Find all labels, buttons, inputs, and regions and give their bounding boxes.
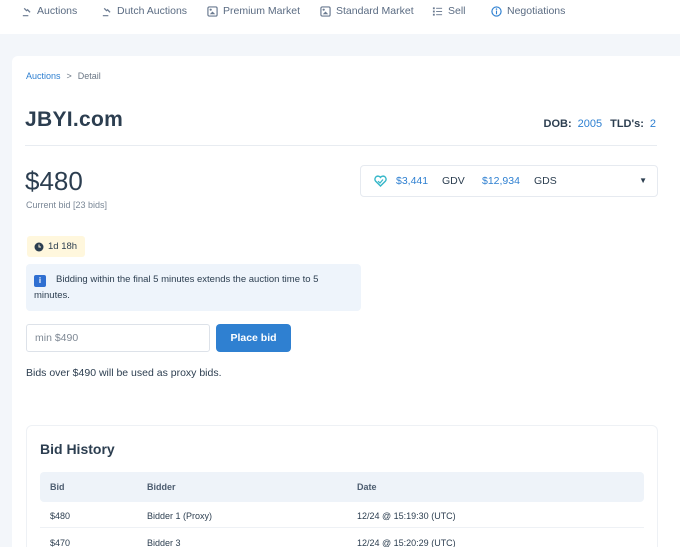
dob-label: DOB:: [543, 118, 572, 130]
auction-detail-card: Auctions > Detail JBYI.com DOB: 2005 TLD…: [12, 56, 680, 547]
nav-item-standard-market[interactable]: Standard Market: [320, 0, 414, 22]
breadcrumb-current: Detail: [77, 71, 101, 81]
breadcrumb-link-auctions[interactable]: Auctions: [26, 71, 61, 81]
gds-label: GDS: [534, 175, 557, 187]
row-date: 12/24 @ 15:19:30 (UTC): [357, 511, 456, 521]
bid-amount-input[interactable]: [26, 324, 210, 352]
list-icon: [432, 6, 443, 16]
bid-history-title: Bid History: [40, 441, 115, 457]
gdv-value: $3,441: [396, 175, 429, 187]
column-header-bidder: Bidder: [147, 482, 176, 492]
tag-icon: [320, 5, 331, 17]
nav-item-sell[interactable]: Sell: [432, 0, 466, 22]
gavel-icon: [22, 7, 31, 16]
valuation-icon: [374, 175, 387, 187]
row-date: 12/24 @ 15:20:29 (UTC): [357, 538, 456, 547]
table-row: $470 Bidder 3 12/24 @ 15:20:29 (UTC): [40, 529, 644, 547]
nav-item-dutch-auctions[interactable]: Dutch Auctions: [101, 0, 187, 22]
table-row: $480 Bidder 1 (Proxy) 12/24 @ 15:19:30 (…: [40, 502, 644, 528]
chevron-down-icon: ▼: [639, 176, 647, 185]
table-header: Bid Bidder Date: [40, 472, 644, 502]
extension-notice: i Bidding within the final 5 minutes exte…: [26, 264, 361, 311]
column-header-bid: Bid: [50, 482, 65, 492]
info-icon: i: [34, 275, 46, 287]
divider: [25, 145, 657, 146]
gds-value: $12,934: [482, 175, 520, 187]
bid-history-panel: Bid History Bid Bidder Date $480 Bidder …: [26, 425, 658, 547]
time-remaining: 1d 18h: [48, 241, 78, 252]
info-circle-icon: [491, 5, 502, 17]
current-bid-price: $480: [25, 166, 83, 196]
gavel-icon: [102, 7, 111, 16]
tag-icon: [207, 5, 218, 17]
valuation-dropdown[interactable]: $3,441 GDV $12,934 GDS ▼: [360, 165, 658, 197]
tlds-value[interactable]: 2: [650, 118, 656, 130]
current-bid-subtitle: Current bid [23 bids]: [26, 200, 108, 210]
tlds-label: TLD's:: [610, 118, 644, 130]
place-bid-button[interactable]: Place bid: [216, 324, 291, 352]
breadcrumb: Auctions > Detail: [26, 71, 101, 81]
notice-text: Bidding within the final 5 minutes exten…: [34, 274, 319, 301]
domain-meta: DOB: 2005 TLD's: 2: [544, 118, 659, 130]
breadcrumb-separator: >: [66, 71, 72, 81]
nav-item-negotiations[interactable]: Negotiations: [491, 0, 565, 22]
row-bidder: Bidder 3: [147, 538, 181, 547]
nav-item-premium-market[interactable]: Premium Market: [207, 0, 300, 22]
top-navigation: Auctions Dutch Auctions Premium Market S…: [0, 0, 680, 34]
gdv-label: GDV: [442, 175, 465, 187]
domain-name: JBYI.com: [25, 108, 124, 131]
row-bid: $480: [50, 511, 71, 521]
time-remaining-badge: 1d 18h: [27, 236, 85, 257]
proxy-bid-note: Bids over $490 will be used as proxy bid…: [26, 367, 222, 379]
row-bid: $470: [50, 538, 71, 547]
nav-item-auctions[interactable]: Auctions: [21, 0, 77, 22]
row-bidder: Bidder 1 (Proxy): [147, 511, 213, 521]
column-header-date: Date: [357, 482, 377, 492]
dob-value[interactable]: 2005: [578, 118, 602, 130]
clock-icon: [34, 242, 44, 251]
